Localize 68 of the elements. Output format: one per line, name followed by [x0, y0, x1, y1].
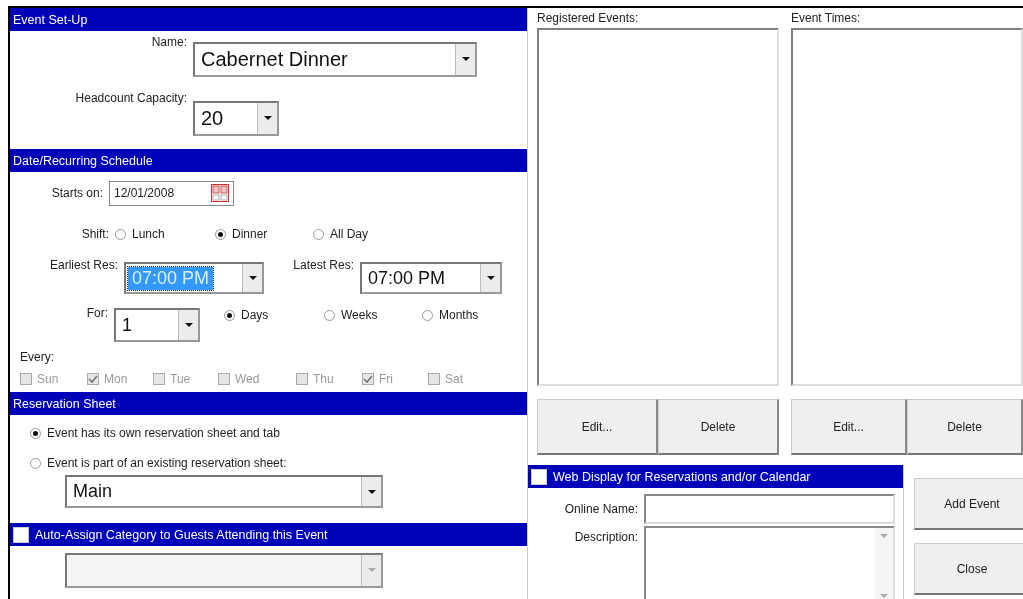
radio-button[interactable]: [313, 228, 324, 240]
radio-button[interactable]: [30, 427, 41, 439]
radio-label: Event has its own reservation sheet and tab: [47, 426, 280, 440]
delete-button[interactable]: Delete: [907, 399, 1023, 455]
section-header: Reservation Sheet: [10, 392, 527, 415]
section-header: Auto-Assign Category to Guests Attending this Event: [35, 527, 328, 542]
day-label: Sat: [445, 372, 463, 386]
section-header: Event Set-Up: [10, 8, 527, 31]
caret-icon: [367, 489, 376, 494]
radio-label: Weeks: [341, 308, 378, 322]
day-label: Tue: [170, 372, 191, 386]
field-label: For:: [85, 306, 109, 320]
caret-icon: [367, 568, 376, 572]
radio-button[interactable]: [422, 309, 433, 321]
web-display-checkbox[interactable]: [531, 468, 547, 485]
edit-button[interactable]: Edit...: [537, 399, 658, 455]
calendar-icon[interactable]: [211, 184, 229, 202]
count-dropdown[interactable]: 1: [114, 308, 200, 342]
day-label: Fri: [379, 372, 393, 386]
caret-icon: [880, 594, 888, 598]
field-label: Online Name:: [563, 502, 639, 516]
close-button[interactable]: Close: [914, 543, 1023, 595]
radio-label: All Day: [330, 227, 368, 241]
caret-icon: [880, 534, 888, 538]
time-dropdown[interactable]: 07:00 PM: [360, 262, 502, 294]
day-label: Mon: [104, 372, 128, 386]
sheet-dropdown[interactable]: Main: [65, 475, 383, 508]
section-header: Web Display for Reservations and/or Calendar: [553, 469, 811, 484]
radio-button[interactable]: [30, 457, 41, 469]
day-label: Thu: [313, 372, 334, 386]
edit-button[interactable]: Edit...: [791, 399, 907, 455]
field-label: Every:: [20, 350, 54, 364]
name-dropdown[interactable]: Cabernet Dinner: [193, 41, 477, 77]
radio-label: Event is part of an existing reservation sheet:: [47, 456, 287, 470]
list-label: Event Times:: [791, 10, 862, 27]
date-field[interactable]: 12/01/2008: [109, 180, 234, 206]
field-label: Headcount Capacity:: [74, 91, 188, 105]
caret-icon: [486, 276, 495, 280]
field-label: Name:: [150, 35, 188, 49]
caret-icon: [248, 276, 257, 280]
list-label: Registered Events:: [537, 10, 640, 27]
radio-label: Days: [241, 308, 269, 322]
day-label: Wed: [235, 372, 260, 386]
field-label: Earliest Res:: [48, 258, 119, 272]
radio-button[interactable]: [115, 228, 126, 240]
radio-button[interactable]: [215, 228, 226, 240]
radio-button[interactable]: [324, 309, 335, 321]
day-label: Sun: [37, 372, 59, 386]
delete-button[interactable]: Delete: [658, 399, 779, 455]
add-event-button[interactable]: Add Event: [914, 478, 1023, 530]
radio-label: Months: [439, 308, 479, 322]
caret-icon: [461, 57, 470, 61]
list-box[interactable]: [791, 28, 1023, 386]
field-label: Latest Res:: [292, 258, 355, 272]
section-header: Date/Recurring Schedule: [10, 149, 527, 172]
auto-assign-checkbox[interactable]: [13, 526, 29, 543]
caret-icon: [184, 323, 193, 327]
online-name-field[interactable]: [644, 494, 895, 524]
radio-button[interactable]: [224, 309, 235, 321]
list-box[interactable]: [537, 28, 779, 386]
field-label: Description:: [573, 530, 639, 544]
radio-label: Lunch: [132, 227, 165, 241]
headcount-dropdown[interactable]: 20: [193, 100, 279, 136]
field-label: Starts on:: [50, 186, 104, 200]
description-field[interactable]: [644, 526, 895, 599]
radio-label: Dinner: [232, 227, 268, 241]
caret-icon: [263, 116, 272, 120]
field-label: Shift:: [80, 227, 110, 241]
